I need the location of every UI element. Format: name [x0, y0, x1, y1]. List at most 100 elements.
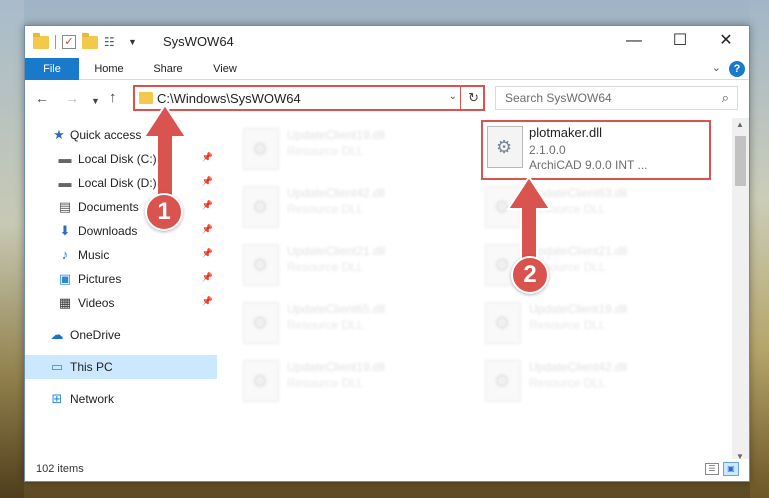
search-input[interactable]: Search SysWOW64 ⌕ [495, 86, 738, 110]
sidebar-item-this-pc[interactable]: ▭ This PC [25, 355, 217, 379]
disk-icon: ▬ [58, 175, 72, 190]
file-type: Resource DLL [287, 376, 364, 390]
gear-icon: ⚙ [252, 197, 269, 217]
details-view-icon[interactable]: ☰ [705, 463, 719, 475]
file-name: plotmaker.dll [529, 125, 602, 140]
large-icons-view-icon[interactable]: ▣ [723, 462, 739, 476]
sidebar-item-pictures[interactable]: ▣ Pictures 📌 [25, 267, 217, 291]
address-divider [460, 87, 461, 109]
sidebar-item-label: Quick access [70, 128, 142, 142]
explorer-window: ✓ ☷ ▼ SysWOW64 — ☐ ✕ File Home Share Vie… [24, 25, 750, 482]
file-type: Resource DLL [287, 318, 364, 332]
sidebar-item-label: Network [70, 392, 115, 406]
recent-locations-icon[interactable]: ▼ [91, 93, 100, 109]
file-type: Resource DLL [287, 260, 364, 274]
file-type: Resource DLL [287, 202, 364, 216]
search-placeholder: Search SysWOW64 [505, 91, 612, 105]
expand-ribbon-icon[interactable]: ⌄ [712, 61, 721, 74]
up-arrow-icon[interactable]: ↑ [109, 90, 117, 106]
pin-icon[interactable]: 📌 [202, 224, 213, 235]
maximize-button[interactable]: ☐ [657, 26, 703, 56]
forward-arrow-icon[interactable]: → [65, 90, 79, 106]
scroll-up-icon[interactable]: ▲ [736, 120, 744, 129]
back-arrow-icon[interactable]: ← [35, 90, 49, 106]
file-description: ArchiCAD 9.0.0 INT ... [529, 158, 648, 172]
gear-icon: ⚙ [252, 255, 269, 275]
quick-access-toolbar: ✓ ☷ ▼ [33, 32, 137, 51]
tab-view[interactable]: View [203, 58, 247, 80]
close-button[interactable]: ✕ [703, 26, 749, 56]
file-list: ⚙ UpdateClient19.dll Resource DLL ⚙ Upda… [219, 118, 733, 463]
address-path[interactable]: C:\Windows\SysWOW64 [157, 91, 301, 106]
sidebar-item-downloads[interactable]: ⬇ Downloads 📌 [25, 219, 217, 243]
tab-file[interactable]: File [25, 58, 79, 80]
list-item[interactable]: ⚙ UpdateClient19.dll Resource DLL [229, 354, 459, 408]
vertical-scrollbar[interactable]: ▲ ▼ [732, 118, 749, 463]
dll-file-icon: ⚙ [243, 302, 279, 344]
gear-icon: ⚙ [494, 313, 511, 333]
help-icon[interactable]: ? [729, 61, 745, 77]
item-count: 102 items [36, 463, 84, 475]
list-item[interactable]: ⚙ UpdateClient19.dll Resource DLL [229, 122, 459, 176]
sidebar-item-onedrive[interactable]: ☁ OneDrive [25, 323, 217, 347]
title-bar: ✓ ☷ ▼ SysWOW64 — ☐ ✕ [25, 26, 749, 58]
pin-icon[interactable]: 📌 [202, 176, 213, 187]
search-icon[interactable]: ⌕ [722, 90, 729, 106]
sidebar-item-videos[interactable]: ▦ Videos 📌 [25, 291, 217, 315]
desktop-background-right [750, 0, 769, 498]
chevron-down-icon[interactable]: ⌄ [449, 91, 457, 102]
file-name: UpdateClient19.dll [287, 128, 386, 142]
pictures-icon: ▣ [58, 271, 72, 286]
file-version: 2.1.0.0 [529, 143, 566, 157]
sidebar-item-music[interactable]: ♪ Music 📌 [25, 243, 217, 267]
chevron-down-icon[interactable]: ▼ [128, 37, 137, 47]
disk-icon: ▬ [58, 151, 72, 166]
navigation-bar: ← → ▼ ↑ C:\Windows\SysWOW64 ⌄ ↻ Search S… [25, 81, 749, 116]
file-name: UpdateClient19.dll [287, 360, 386, 374]
view-properties-icon[interactable]: ☷ [104, 35, 122, 49]
file-name: UpdateClient19.dll [529, 302, 628, 316]
videos-icon: ▦ [58, 295, 72, 310]
pin-icon[interactable]: 📌 [202, 272, 213, 283]
list-item[interactable]: ⚙ UpdateClient65.dll Resource DLL [229, 296, 459, 350]
gear-icon: ⚙ [252, 371, 269, 391]
pin-icon[interactable]: 📌 [202, 200, 213, 211]
minimize-button[interactable]: — [611, 26, 657, 56]
desktop-background-left [0, 0, 24, 498]
sidebar-item-network[interactable]: ⊞ Network [25, 387, 217, 411]
tab-share[interactable]: Share [145, 58, 191, 80]
step-badge-2: 2 [511, 256, 549, 294]
file-name: UpdateClient21.dll [287, 244, 386, 258]
cloud-icon: ☁ [50, 327, 64, 342]
step-badge-1: 1 [145, 193, 183, 231]
folder-icon [33, 32, 49, 49]
file-item-plotmaker[interactable]: ⚙ plotmaker.dll 2.1.0.0 ArchiCAD 9.0.0 I… [481, 120, 711, 180]
file-name: UpdateClient42.dll [287, 186, 386, 200]
network-icon: ⊞ [51, 391, 63, 406]
file-name: UpdateClient42.dll [529, 360, 628, 374]
documents-icon: ▤ [58, 199, 72, 214]
list-item[interactable]: ⚙ UpdateClient42.dll Resource DLL [229, 180, 459, 234]
tab-home[interactable]: Home [87, 58, 131, 80]
properties-check-icon[interactable]: ✓ [62, 35, 76, 49]
dll-file-icon: ⚙ [243, 128, 279, 170]
sidebar-item-label: Downloads [78, 224, 138, 238]
list-item[interactable]: ⚙ UpdateClient42.dll Resource DLL [471, 354, 701, 408]
window-controls: — ☐ ✕ [611, 26, 749, 56]
file-type: Resource DLL [287, 144, 364, 158]
refresh-icon[interactable]: ↻ [468, 90, 479, 106]
sidebar-item-label: Documents [78, 200, 139, 214]
pin-icon[interactable]: 📌 [202, 296, 213, 307]
pin-icon[interactable]: 📌 [202, 248, 213, 259]
pin-icon[interactable]: 📌 [202, 152, 213, 163]
list-item[interactable]: ⚙ UpdateClient19.dll Resource DLL [471, 296, 701, 350]
new-folder-icon[interactable] [82, 32, 98, 49]
sidebar-item-label: Music [78, 248, 110, 262]
dll-file-icon: ⚙ [487, 126, 523, 168]
file-type: Resource DLL [529, 376, 606, 390]
list-item[interactable]: ⚙ UpdateClient21.dll Resource DLL [229, 238, 459, 292]
gear-icon: ⚙ [496, 137, 513, 157]
sidebar-item-label: OneDrive [70, 328, 121, 342]
download-icon: ⬇ [59, 223, 71, 238]
scroll-thumb[interactable] [735, 136, 746, 186]
